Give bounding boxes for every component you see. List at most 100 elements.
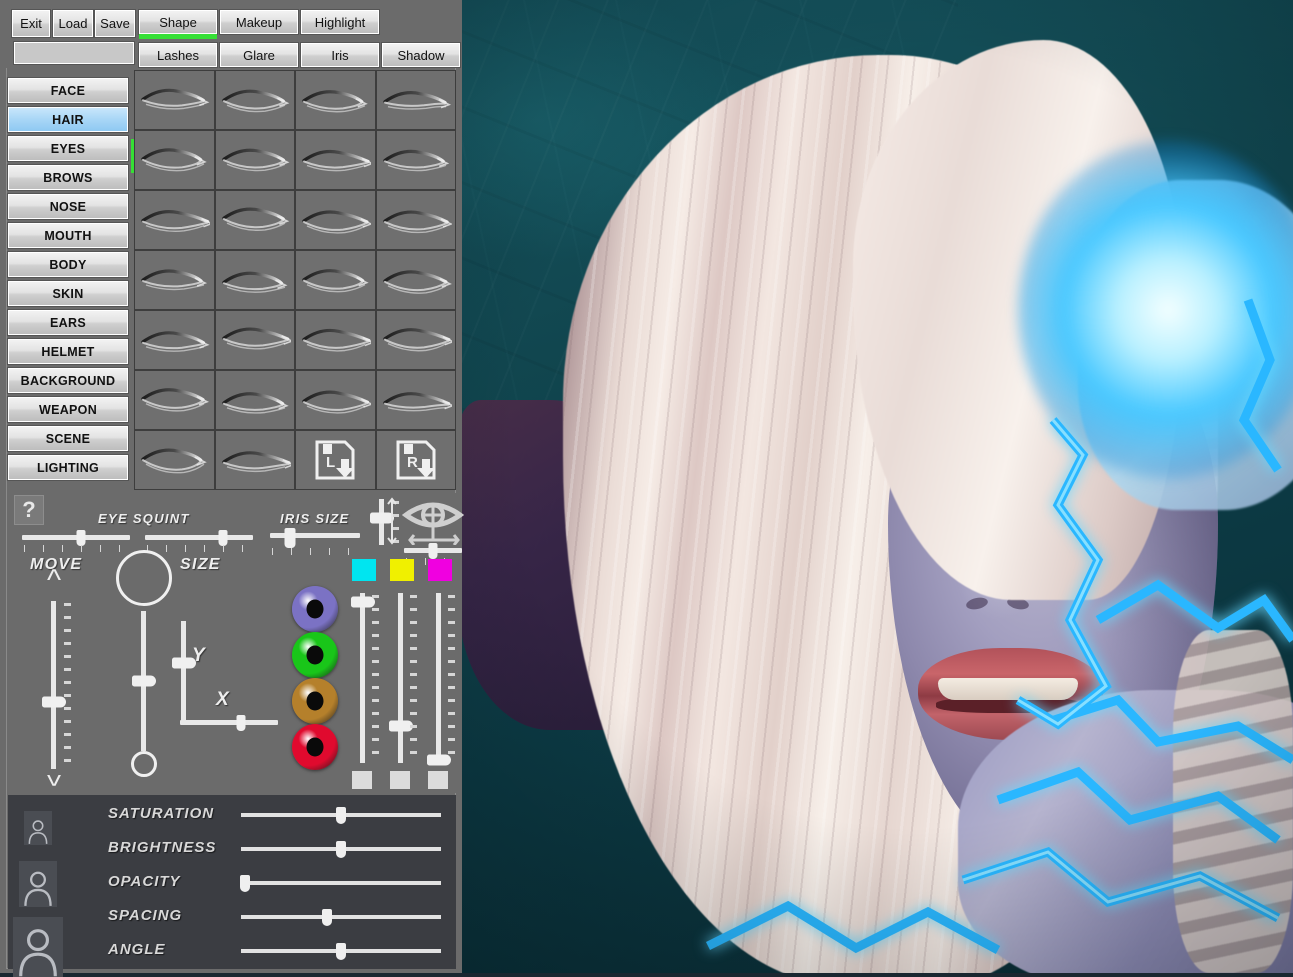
- tab-glare[interactable]: Glare: [220, 43, 298, 67]
- eye-squint-left-slider[interactable]: [22, 530, 130, 546]
- slider-knob[interactable]: [284, 528, 295, 548]
- eye-shape-thumbnail[interactable]: [135, 131, 214, 189]
- save-button[interactable]: Save: [95, 10, 135, 37]
- eye-shape-thumbnail[interactable]: [377, 71, 456, 129]
- slider-knob[interactable]: [42, 696, 66, 707]
- saturation-slider[interactable]: [241, 807, 441, 823]
- slider-knob[interactable]: [322, 909, 332, 926]
- zoom-small-icon[interactable]: [24, 811, 52, 845]
- exit-button[interactable]: Exit: [12, 10, 50, 37]
- size-decrease-ring[interactable]: [131, 751, 157, 777]
- eye-shape-thumbnail[interactable]: [135, 311, 214, 369]
- save-left-disk-icon[interactable]: L: [296, 431, 375, 489]
- magenta-channel-chip[interactable]: [428, 559, 452, 581]
- cyan-channel-slider[interactable]: [355, 593, 371, 763]
- red-iris[interactable]: [292, 724, 338, 770]
- eye-shape-thumbnail[interactable]: [377, 371, 456, 429]
- eye-shape-thumbnail[interactable]: [216, 191, 295, 249]
- brightness-slider[interactable]: [241, 841, 441, 857]
- sidebar-item-lighting[interactable]: LIGHTING: [8, 455, 128, 480]
- sidebar-item-skin[interactable]: SKIN: [8, 281, 128, 306]
- sidebar-item-nose[interactable]: NOSE: [8, 194, 128, 219]
- slider-knob[interactable]: [77, 530, 86, 546]
- shape-thumbnail-grid[interactable]: L R: [134, 70, 456, 490]
- tab-iris[interactable]: Iris: [301, 43, 379, 67]
- slider-knob[interactable]: [429, 543, 438, 559]
- size-increase-ring[interactable]: [116, 550, 172, 606]
- eye-shape-thumbnail[interactable]: [135, 251, 214, 309]
- green-iris[interactable]: [292, 632, 338, 678]
- tab-shadow[interactable]: Shadow: [382, 43, 460, 67]
- eye-shape-thumbnail[interactable]: [135, 371, 214, 429]
- move-vertical-slider[interactable]: [46, 601, 62, 769]
- eye-squint-right-slider[interactable]: [145, 530, 253, 546]
- eye-shape-thumbnail[interactable]: [216, 71, 295, 129]
- sidebar-item-body[interactable]: BODY: [8, 252, 128, 277]
- yellow-channel-chip[interactable]: [390, 559, 414, 581]
- brown-iris[interactable]: [292, 678, 338, 724]
- magenta-channel-reset-button[interactable]: [428, 771, 448, 789]
- eye-shape-thumbnail[interactable]: [296, 71, 375, 129]
- eye-shape-thumbnail[interactable]: [216, 251, 295, 309]
- size-vertical-slider[interactable]: [136, 611, 152, 751]
- slider-knob[interactable]: [132, 676, 156, 687]
- eye-shape-thumbnail[interactable]: [296, 251, 375, 309]
- slider-knob[interactable]: [336, 841, 346, 858]
- sidebar-item-helmet[interactable]: HELMET: [8, 339, 128, 364]
- sidebar-item-background[interactable]: BACKGROUND: [8, 368, 128, 393]
- zoom-medium-icon[interactable]: [19, 861, 57, 907]
- slider-knob[interactable]: [336, 943, 346, 960]
- save-right-disk-icon[interactable]: R: [377, 431, 456, 489]
- cyan-channel-reset-button[interactable]: [352, 771, 372, 789]
- eye-shape-thumbnail[interactable]: [377, 311, 456, 369]
- slider-knob[interactable]: [236, 715, 245, 731]
- eye-shape-thumbnail[interactable]: [216, 311, 295, 369]
- tab-highlight[interactable]: Highlight: [301, 10, 379, 34]
- eye-shape-thumbnail[interactable]: [135, 71, 214, 129]
- yellow-channel-slider[interactable]: [393, 593, 409, 763]
- slider-knob[interactable]: [336, 807, 346, 824]
- eye-shape-thumbnail[interactable]: [377, 131, 456, 189]
- slider-knob[interactable]: [240, 875, 250, 892]
- eye-shape-thumbnail[interactable]: [296, 191, 375, 249]
- eye-target-icon[interactable]: [402, 495, 464, 545]
- eye-shape-thumbnail[interactable]: [296, 311, 375, 369]
- sidebar-item-hair[interactable]: HAIR: [8, 107, 128, 132]
- eye-shape-thumbnail[interactable]: [135, 191, 214, 249]
- iris-size-slider[interactable]: [270, 528, 360, 544]
- eye-shape-thumbnail[interactable]: [216, 431, 295, 489]
- eye-shape-thumbnail[interactable]: [216, 131, 295, 189]
- zoom-large-icon[interactable]: [13, 917, 63, 977]
- sidebar-item-brows[interactable]: BROWS: [8, 165, 128, 190]
- sidebar-item-eyes[interactable]: EYES: [8, 136, 128, 161]
- sidebar-item-mouth[interactable]: MOUTH: [8, 223, 128, 248]
- tab-makeup[interactable]: Makeup: [220, 10, 298, 34]
- tab-lashes[interactable]: Lashes: [139, 43, 217, 67]
- eye-shape-thumbnail[interactable]: [216, 371, 295, 429]
- purple-iris[interactable]: [292, 586, 338, 632]
- sidebar-item-ears[interactable]: EARS: [8, 310, 128, 335]
- cyan-channel-chip[interactable]: [352, 559, 376, 581]
- eye-shape-thumbnail[interactable]: [377, 191, 456, 249]
- eye-shape-thumbnail[interactable]: [296, 371, 375, 429]
- tab-shape[interactable]: Shape: [139, 10, 217, 34]
- load-button[interactable]: Load: [53, 10, 93, 37]
- eye-horizontal-position-slider[interactable]: [404, 543, 462, 559]
- eye-shape-thumbnail[interactable]: [377, 251, 456, 309]
- yellow-channel-reset-button[interactable]: [390, 771, 410, 789]
- help-button[interactable]: ?: [14, 495, 44, 525]
- opacity-slider[interactable]: [241, 875, 441, 891]
- character-preview-canvas[interactable]: [458, 0, 1293, 973]
- slider-knob[interactable]: [218, 530, 227, 546]
- axis-y-slider[interactable]: [176, 621, 192, 721]
- axis-x-slider[interactable]: [180, 715, 278, 731]
- angle-slider[interactable]: [241, 943, 441, 959]
- preset-name-input[interactable]: [14, 42, 134, 64]
- sidebar-item-scene[interactable]: SCENE: [8, 426, 128, 451]
- spacing-slider[interactable]: [241, 909, 441, 925]
- move-up-chevron[interactable]: ^: [37, 573, 71, 590]
- magenta-channel-slider[interactable]: [431, 593, 447, 763]
- eye-shape-thumbnail[interactable]: [135, 431, 214, 489]
- sidebar-item-face[interactable]: FACE: [8, 78, 128, 103]
- eye-shape-thumbnail[interactable]: [296, 131, 375, 189]
